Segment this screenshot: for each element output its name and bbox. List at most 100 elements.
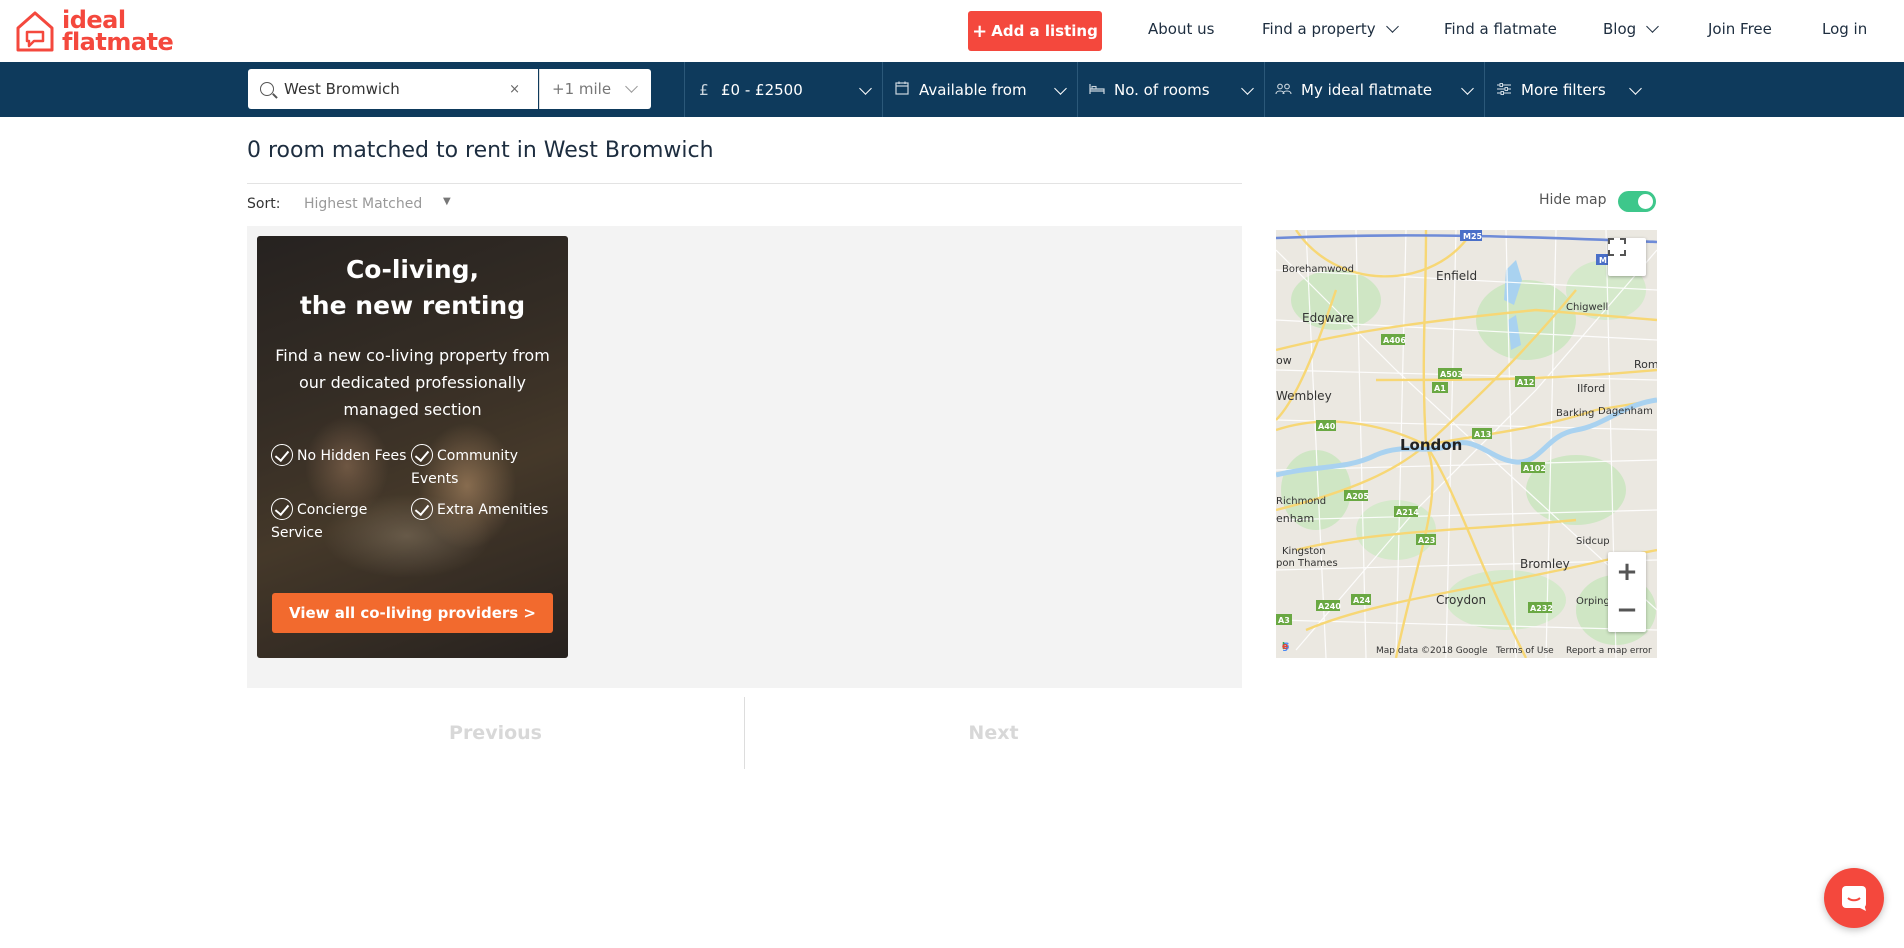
previous-button[interactable]: Previous [247,697,744,769]
map-attribution: Google Map data ©2018 Google Terms of Us… [1282,642,1652,656]
nav-join-free-label: Join Free [1708,20,1772,38]
view-co-living-button[interactable]: View all co-living providers > [272,593,553,633]
available-from-filter[interactable]: Available from [882,62,1077,117]
chevron-down-icon [859,82,872,95]
filter-bar: West Bromwich × +1 mile £ £0 - £2500 Ava… [0,62,1904,117]
check-circle-icon [411,444,433,466]
chat-icon [1842,886,1866,911]
check-circle-icon [271,498,293,520]
plus-icon: + [972,20,988,42]
svg-text:A503: A503 [1440,370,1463,379]
feature-item: Community Events [411,444,551,491]
svg-text:A240: A240 [1318,602,1341,611]
svg-text:Ilford: Ilford [1577,382,1605,395]
svg-text:Croydon: Croydon [1436,593,1486,607]
svg-text:Wembley: Wembley [1276,389,1332,403]
promo-title: Co-living, the new renting [257,252,568,324]
people-icon [1275,81,1293,99]
svg-text:A232: A232 [1530,604,1553,613]
zoom-in-button[interactable]: + [1616,552,1638,592]
rooms-filter[interactable]: No. of rooms [1077,62,1264,117]
nav-find-flatmate[interactable]: Find a flatmate [1444,20,1557,38]
chevron-down-icon [1461,82,1474,95]
check-circle-icon [411,498,433,520]
logo-text: ideal flatmate [62,8,174,56]
add-listing-button[interactable]: + Add a listing [968,11,1102,51]
svg-text:A40: A40 [1318,422,1336,431]
nav-about-us[interactable]: About us [1148,20,1214,38]
svg-text:A214: A214 [1396,508,1419,517]
chevron-down-icon [1629,82,1642,95]
svg-text:A205: A205 [1346,492,1369,501]
clear-search-icon[interactable]: × [509,82,520,97]
svg-text:A3: A3 [1278,616,1290,625]
location-search-input[interactable]: West Bromwich × [248,69,538,109]
divider [247,183,1242,184]
hide-map-label: Hide map [1539,192,1607,208]
svg-text:A12: A12 [1517,378,1534,387]
ideal-flatmate-filter[interactable]: My ideal flatmate [1264,62,1484,117]
top-navigation: ideal flatmate + Add a listing About us … [0,0,1904,62]
check-circle-icon [271,444,293,466]
chevron-down-icon [1054,82,1067,95]
nav-find-flatmate-label: Find a flatmate [1444,20,1557,38]
nav-blog-label: Blog [1603,20,1637,38]
svg-text:Dagenham: Dagenham [1598,406,1653,417]
map-tiles: M25 M1 A406 A503 A1 A12 A40 A13 A102 A20… [1276,230,1657,658]
next-button[interactable]: Next [745,697,1242,769]
logo[interactable]: ideal flatmate [14,8,174,56]
map-data-text: Map data ©2018 Google [1376,646,1488,656]
nav-log-in-label: Log in [1822,20,1868,38]
chevron-down-icon [1385,20,1399,33]
svg-text:A102: A102 [1523,464,1546,473]
add-listing-label: Add a listing [991,22,1098,40]
svg-text:A406: A406 [1383,336,1406,345]
terms-of-use-link[interactable]: Terms of Use [1496,646,1554,656]
more-filters-label: More filters [1521,80,1606,99]
chat-launcher-button[interactable] [1824,868,1884,928]
promo-title-line-1: Co-living, [345,255,480,284]
feature-label: No Hidden Fees [297,448,407,464]
house-logo-icon [16,11,54,52]
feature-item: No Hidden Fees [271,444,411,468]
nav-find-property-label: Find a property [1262,20,1376,38]
chevron-down-icon [625,80,638,93]
radius-value: +1 mile [552,80,612,98]
svg-text:A1: A1 [1434,384,1446,393]
promo-description: Find a new co-living property from our d… [275,346,550,419]
radius-select[interactable]: +1 mile [539,69,651,109]
svg-text:Edgware: Edgware [1302,311,1354,325]
hide-map-toggle[interactable] [1618,191,1656,212]
feature-item: Concierge Service [271,498,411,545]
svg-text:A13: A13 [1474,430,1491,439]
ideal-flatmate-label: My ideal flatmate [1301,80,1433,99]
nav-about-us-label: About us [1148,20,1215,38]
rooms-filter-label: No. of rooms [1114,80,1210,99]
logo-line-2: flatmate [62,28,174,56]
price-filter[interactable]: £ £0 - £2500 [684,62,882,117]
zoom-out-button[interactable]: − [1616,592,1638,632]
svg-text:Richmond: Richmond [1276,496,1326,507]
map[interactable]: M25 M1 A406 A503 A1 A12 A40 A13 A102 A20… [1276,230,1657,658]
more-filters[interactable]: More filters [1484,62,1652,117]
sort-label: Sort: [247,196,281,212]
svg-text:A24: A24 [1353,596,1371,605]
chevron-down-icon [1241,82,1254,95]
svg-text:Borehamwood: Borehamwood [1282,264,1354,275]
svg-text:Kingston: Kingston [1282,546,1326,557]
fullscreen-icon[interactable] [1608,238,1646,276]
feature-label: Extra Amenities [437,502,549,518]
nav-blog[interactable]: Blog [1603,20,1660,38]
nav-join-free[interactable]: Join Free [1708,20,1772,38]
svg-text:M25: M25 [1463,232,1483,241]
results-heading: 0 room matched to rent in West Bromwich [247,138,714,163]
svg-text:Sidcup: Sidcup [1576,536,1610,547]
sort-select[interactable]: Highest Matched [304,196,422,212]
svg-text:Romf: Romf [1634,358,1657,371]
price-filter-label: £0 - £2500 [721,80,803,99]
nav-log-in[interactable]: Log in [1822,20,1867,38]
caret-down-icon[interactable]: ▼ [443,196,451,207]
nav-find-property[interactable]: Find a property [1262,20,1399,38]
report-map-error-link[interactable]: Report a map error [1566,646,1652,656]
zoom-controls: + − [1608,552,1646,632]
